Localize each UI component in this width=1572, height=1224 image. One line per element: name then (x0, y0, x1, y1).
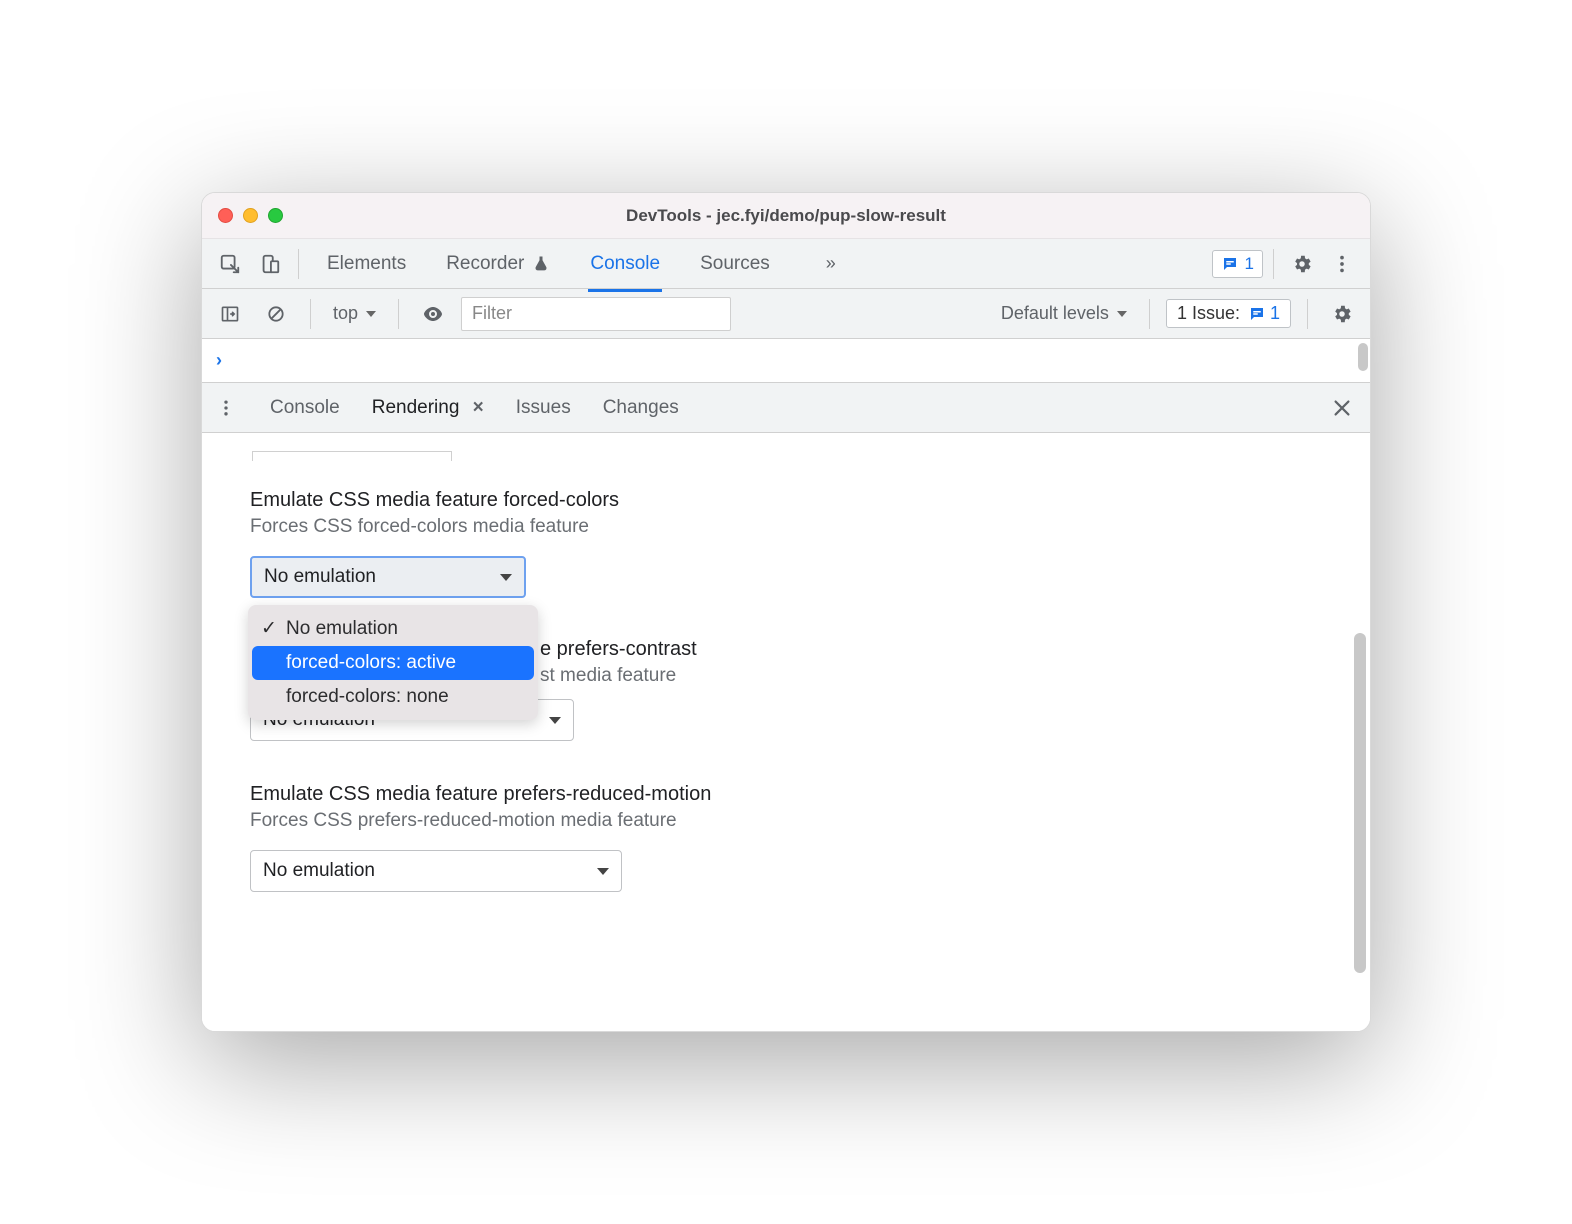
console-divider-1 (310, 299, 311, 329)
tab-sources[interactable]: Sources (698, 243, 772, 285)
drawer-tab-rendering[interactable]: Rendering × (370, 387, 486, 429)
console-divider-4 (1307, 299, 1308, 329)
forced-colors-subtitle: Forces CSS forced-colors media feature (250, 516, 1322, 538)
option-label: forced-colors: none (286, 686, 449, 708)
dropdown-option-active[interactable]: forced-colors: active (252, 646, 534, 680)
toolbar-divider-2 (1273, 249, 1274, 279)
panel-scrollbar[interactable] (1354, 633, 1366, 973)
prm-select[interactable]: No emulation (250, 850, 622, 892)
dropdown-option-no-emulation[interactable]: ✓ No emulation (252, 611, 534, 646)
flask-icon (532, 255, 550, 273)
close-drawer-icon[interactable] (1324, 390, 1360, 426)
drawer-tab-rendering-label: Rendering (372, 397, 460, 418)
main-tabs: Elements Recorder Console Sources » (325, 243, 836, 285)
context-selector[interactable]: top (327, 299, 382, 328)
chevron-down-icon (549, 717, 561, 724)
dropdown-option-none[interactable]: forced-colors: none (252, 680, 534, 714)
window-title: DevTools - jec.fyi/demo/pup-slow-result (202, 206, 1370, 226)
inspect-element-icon[interactable] (212, 246, 248, 282)
prompt-caret: › (216, 350, 222, 371)
console-toolbar: top Default levels 1 Issue: 1 (202, 289, 1370, 339)
clear-console-icon[interactable] (258, 296, 294, 332)
prm-value: No emulation (263, 860, 375, 882)
check-icon: ✓ (260, 617, 278, 640)
close-window-button[interactable] (218, 208, 233, 223)
chevron-down-icon (1117, 311, 1127, 317)
option-label: No emulation (286, 618, 398, 640)
log-levels-selector[interactable]: Default levels (995, 299, 1133, 328)
console-divider-3 (1149, 299, 1150, 329)
console-prompt[interactable]: › (202, 339, 1370, 383)
drawer-toolbar: Console Rendering × Issues Changes (202, 383, 1370, 433)
log-levels-label: Default levels (1001, 303, 1109, 324)
forced-colors-section: Emulate CSS media feature forced-colors … (250, 489, 1322, 598)
forced-colors-value: No emulation (264, 566, 376, 588)
console-settings-gear-icon[interactable] (1324, 296, 1360, 332)
option-label: forced-colors: active (286, 652, 456, 674)
filter-input[interactable] (461, 297, 731, 331)
window-controls (218, 208, 283, 223)
issues-link-label: 1 Issue: (1177, 303, 1240, 324)
chat-icon (1221, 255, 1239, 273)
forced-colors-select[interactable]: No emulation (250, 556, 526, 598)
chevron-down-icon (500, 574, 512, 581)
drawer-tab-issues[interactable]: Issues (514, 387, 573, 429)
minimize-window-button[interactable] (243, 208, 258, 223)
device-toggle-icon[interactable] (252, 246, 288, 282)
forced-colors-title: Emulate CSS media feature forced-colors (250, 489, 1322, 512)
chat-icon (1248, 305, 1266, 323)
drawer-tab-console[interactable]: Console (268, 387, 342, 429)
tab-console[interactable]: Console (588, 243, 662, 285)
prm-subtitle: Forces CSS prefers-reduced-motion media … (250, 810, 1322, 832)
tab-recorder[interactable]: Recorder (444, 243, 552, 285)
prm-title: Emulate CSS media feature prefers-reduce… (250, 783, 1322, 806)
more-tabs-button[interactable]: » (826, 253, 836, 274)
drawer-tab-changes[interactable]: Changes (601, 387, 681, 429)
zoom-window-button[interactable] (268, 208, 283, 223)
devtools-window: DevTools - jec.fyi/demo/pup-slow-result … (201, 192, 1371, 1032)
kebab-menu-icon[interactable] (1324, 246, 1360, 282)
rendering-panel: Emulate CSS media feature forced-colors … (202, 433, 1370, 1031)
live-expression-icon[interactable] (415, 296, 451, 332)
settings-gear-icon[interactable] (1284, 246, 1320, 282)
titlebar: DevTools - jec.fyi/demo/pup-slow-result (202, 193, 1370, 239)
tab-elements[interactable]: Elements (325, 243, 408, 285)
previous-select-peek (252, 451, 452, 461)
console-sidebar-toggle-icon[interactable] (212, 296, 248, 332)
issues-link-count: 1 (1270, 303, 1280, 324)
chevron-down-icon (366, 311, 376, 317)
console-scrollbar[interactable] (1358, 343, 1368, 371)
drawer-kebab-icon[interactable] (212, 390, 240, 426)
prefers-reduced-motion-section: Emulate CSS media feature prefers-reduce… (250, 783, 1322, 892)
chevron-down-icon (597, 868, 609, 875)
toolbar-divider (298, 249, 299, 279)
issues-indicator[interactable]: 1 (1212, 250, 1263, 278)
tab-recorder-label: Recorder (446, 253, 524, 275)
console-divider-2 (398, 299, 399, 329)
issues-link[interactable]: 1 Issue: 1 (1166, 299, 1291, 328)
context-label: top (333, 303, 358, 324)
main-toolbar: Elements Recorder Console Sources » 1 (202, 239, 1370, 289)
issues-count: 1 (1245, 254, 1254, 274)
forced-colors-dropdown: ✓ No emulation forced-colors: active for… (248, 605, 538, 720)
close-tab-icon[interactable]: × (473, 397, 484, 418)
